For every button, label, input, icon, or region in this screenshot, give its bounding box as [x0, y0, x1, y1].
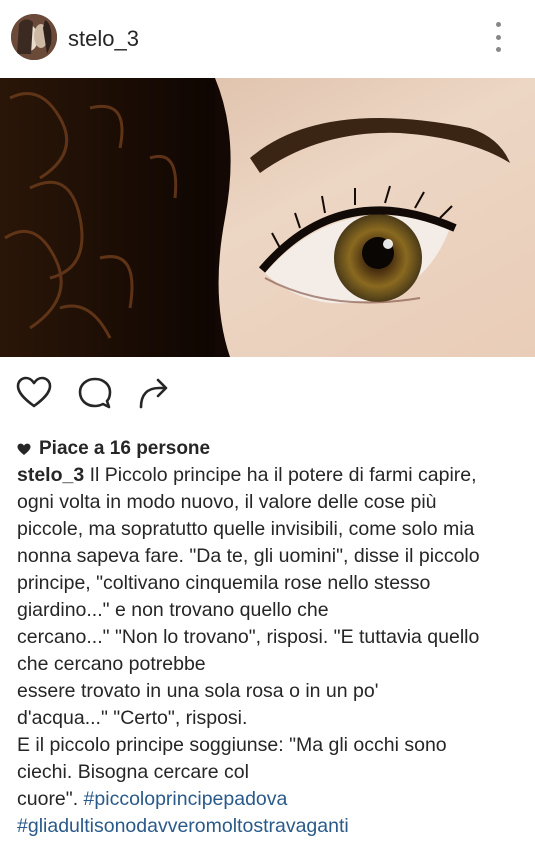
caption-line: cercano..." "Non lo trovano", risposi. "… — [17, 626, 480, 648]
caption-text: Il Piccolo principe ha il potere di farm… — [84, 464, 477, 486]
caption-line: E il piccolo principe soggiunse: "Ma gli… — [17, 734, 447, 756]
post-actions — [0, 357, 535, 427]
caption-line: d'acqua..." "Certo", risposi. — [17, 707, 248, 729]
post-photo[interactable] — [0, 78, 535, 357]
caption-line: ogni volta in modo nuovo, il valore dell… — [17, 491, 437, 513]
caption-line-last: cuore". #piccoloprincipepadova — [17, 786, 522, 813]
likes-count[interactable]: Piace a 16 persone — [17, 438, 210, 460]
post-username[interactable]: stelo_3 — [68, 26, 139, 52]
share-arrow-icon[interactable] — [135, 375, 173, 411]
heart-filled-icon — [17, 443, 31, 455]
vertical-dots-icon[interactable] — [490, 22, 506, 52]
caption-line-hashtag: #gliadultisonodavveromoltostravaganti — [17, 813, 522, 840]
caption-line: piccole, ma sopratutto quelle invisibili… — [17, 518, 475, 540]
avatar[interactable] — [11, 14, 57, 60]
post-caption: stelo_3 Il Piccolo principe ha il potere… — [17, 462, 522, 840]
caption-line: nonna sapeva fare. "Da te, gli uomini", … — [17, 545, 480, 567]
caption-text: cuore". — [17, 788, 84, 810]
caption-line: principe, "coltivano cinquemila rose nel… — [17, 572, 431, 594]
caption-line: essere trovato in una sola rosa o in un … — [17, 680, 379, 702]
post-header: stelo_3 — [0, 0, 535, 78]
caption-line-0: stelo_3 Il Piccolo principe ha il potere… — [17, 462, 522, 489]
heart-outline-icon[interactable] — [15, 375, 53, 411]
likes-text: Piace a 16 persone — [39, 438, 211, 459]
caption-line: ciechi. Bisogna cercare col — [17, 761, 249, 783]
caption-line: giardino..." e non trovano quello che — [17, 599, 329, 621]
caption-author[interactable]: stelo_3 — [17, 464, 84, 486]
hashtag-link[interactable]: #gliadultisonodavveromoltostravaganti — [17, 815, 349, 837]
comment-bubble-icon[interactable] — [76, 375, 114, 411]
hashtag-link[interactable]: #piccoloprincipepadova — [84, 788, 288, 810]
caption-line: che cercano potrebbe — [17, 653, 206, 675]
